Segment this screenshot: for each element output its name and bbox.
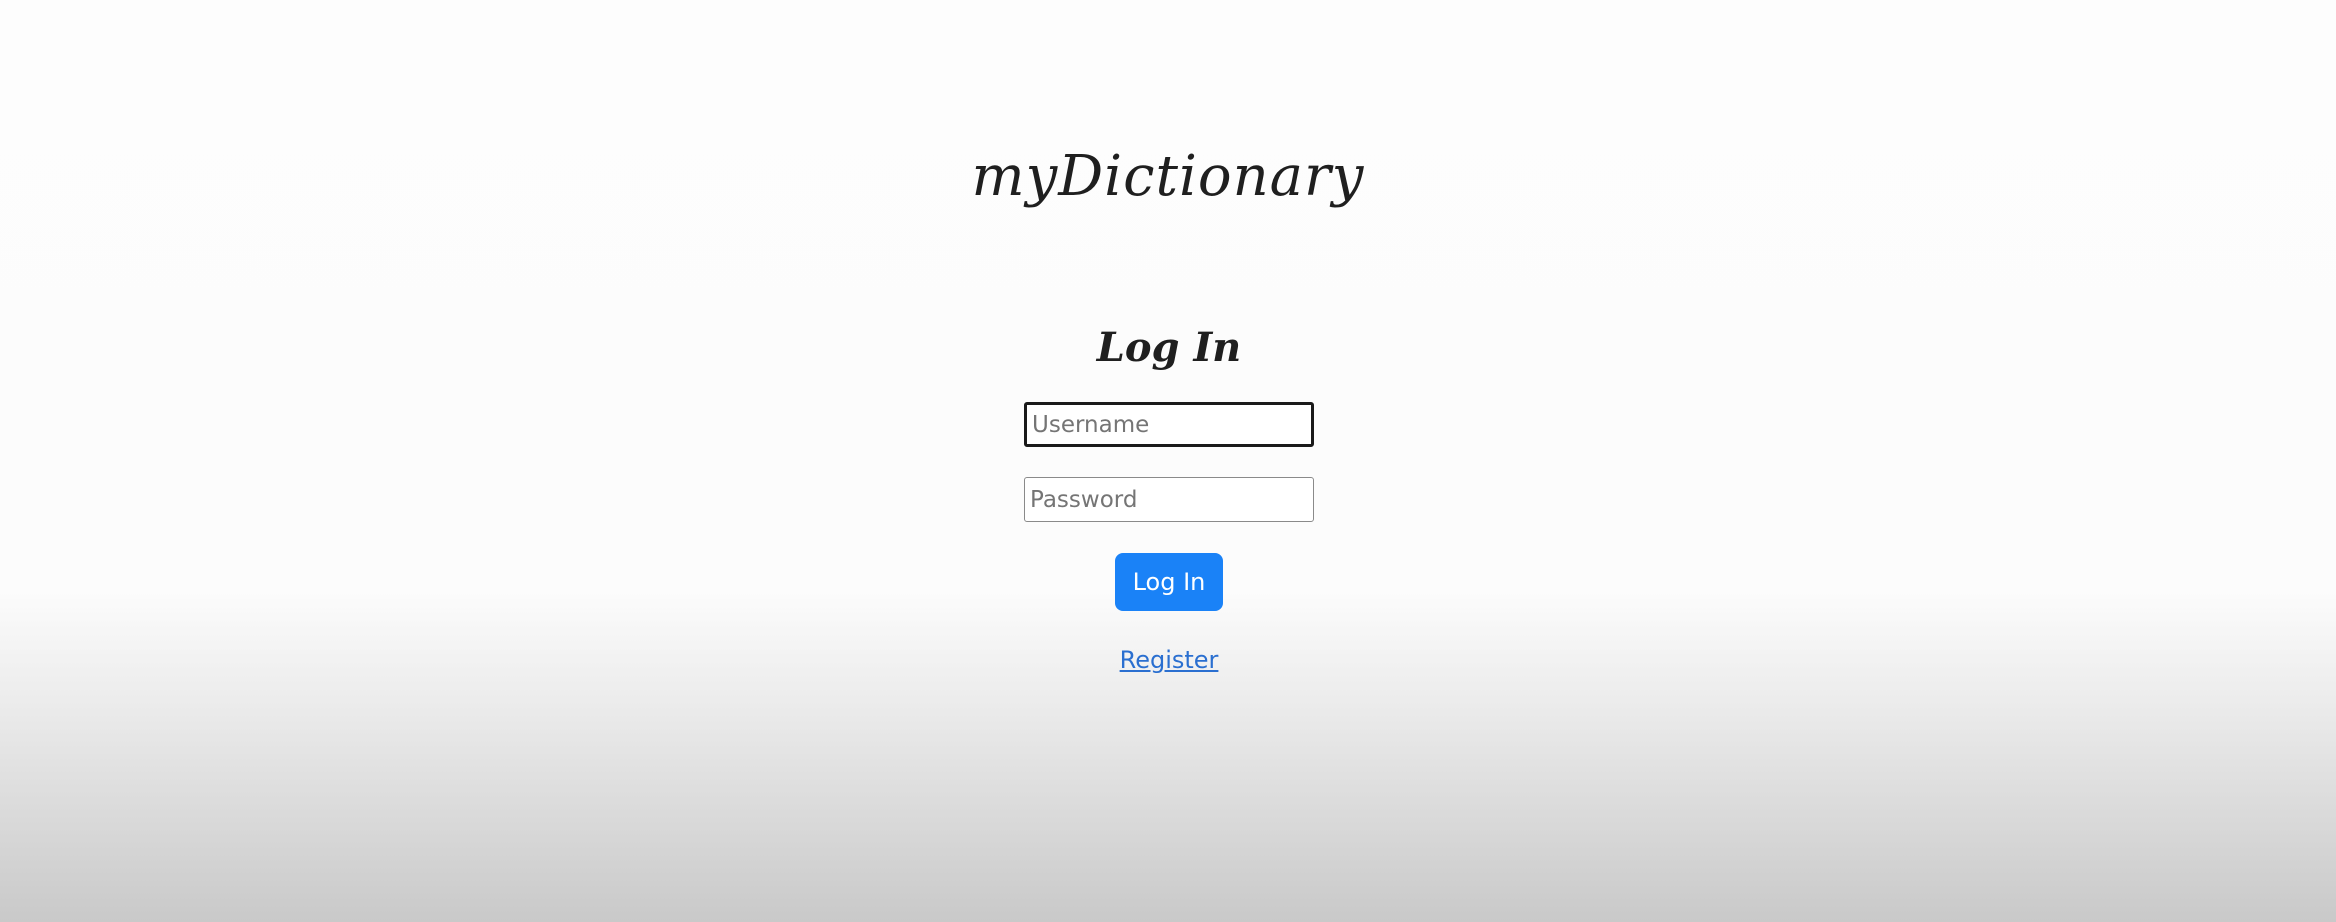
- login-form: Log In Log In Register: [1024, 320, 1314, 674]
- login-button[interactable]: Log In: [1115, 553, 1223, 611]
- app-title: myDictionary: [971, 144, 1365, 209]
- username-input[interactable]: [1024, 402, 1314, 447]
- register-link[interactable]: Register: [1024, 646, 1314, 674]
- password-input[interactable]: [1024, 477, 1314, 522]
- login-heading: Log In: [1096, 324, 1242, 371]
- login-page: myDictionary Log In Log In Register: [0, 0, 2336, 922]
